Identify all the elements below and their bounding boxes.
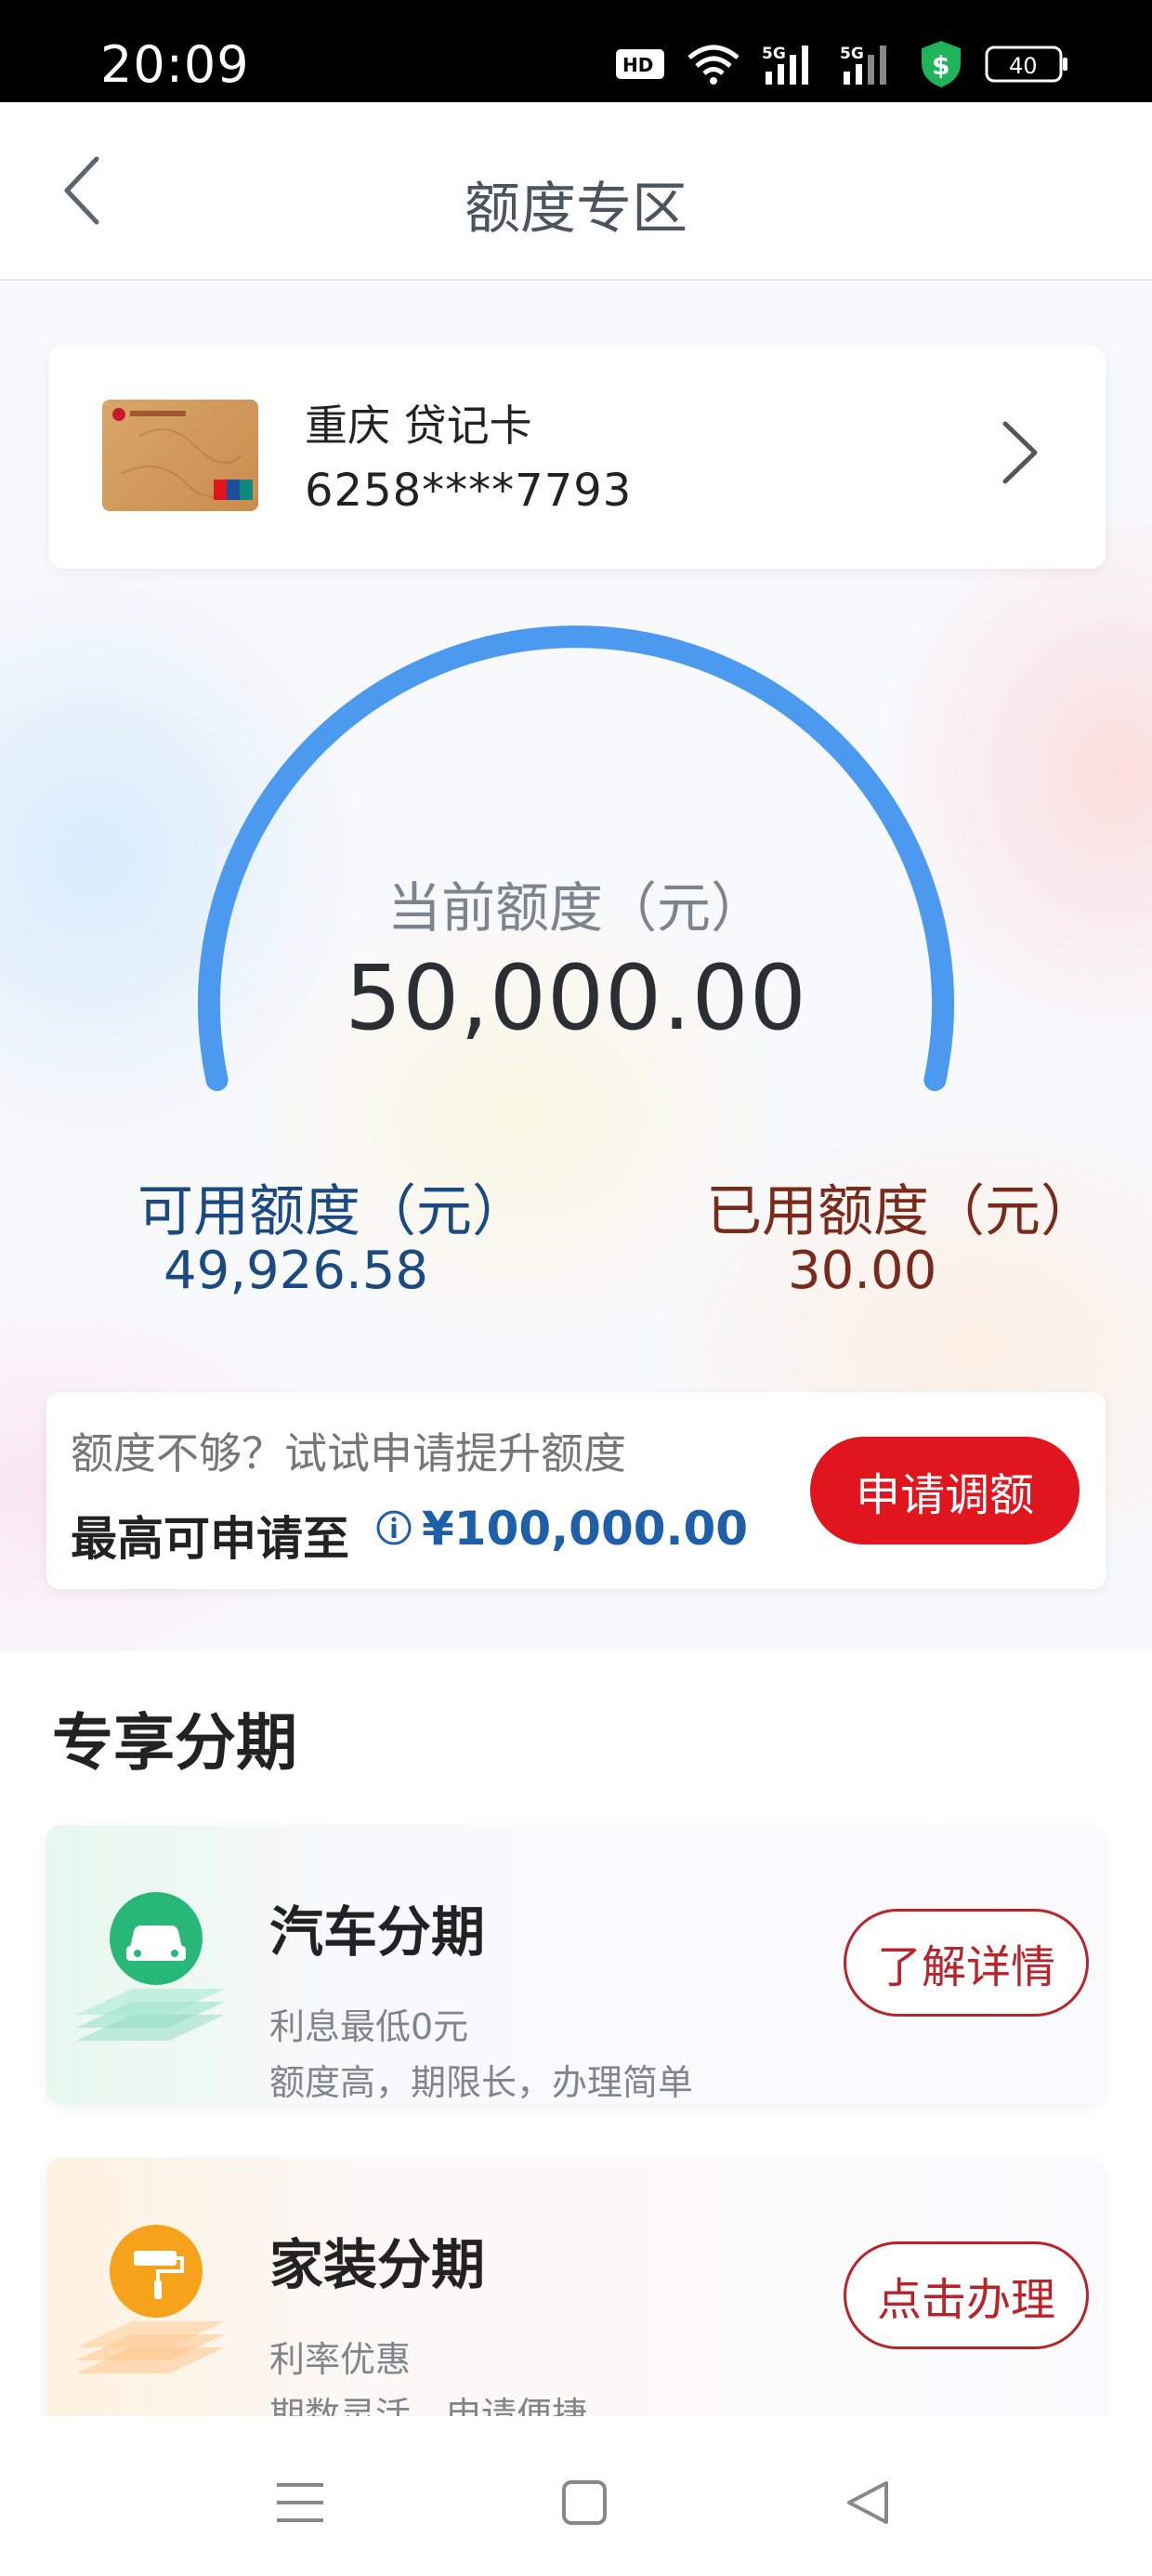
battery-text: 40: [1009, 53, 1038, 79]
learn-more-button[interactable]: 了解详情: [844, 1909, 1089, 2017]
raise-limit-panel: 额度不够？试试申请提升额度 最高可申请至 ¥100,000.00 申请调额: [46, 1392, 1106, 1589]
chevron-right-icon: [1000, 418, 1041, 491]
paint-roller-icon: [67, 2210, 243, 2386]
used-limit-value: 30.00: [788, 1241, 937, 1301]
menu-button[interactable]: [268, 2470, 333, 2535]
available-limit-label: 可用额度（元）: [137, 1179, 528, 1244]
wifi-icon: [687, 45, 740, 85]
battery-icon: 40: [985, 46, 1067, 83]
system-navigation-bar: [0, 2416, 1152, 2576]
loan-card-car[interactable]: 汽车分期 利息最低0元 额度高，期限长，办理简单 了解详情: [46, 1825, 1104, 2104]
svg-text:HD: HD: [622, 54, 653, 76]
back-nav-button[interactable]: [834, 2470, 899, 2535]
svg-text:5G: 5G: [840, 45, 864, 63]
home-button[interactable]: [552, 2470, 617, 2535]
status-bar: 20:09 HD 5G 5G $ 40: [0, 0, 1152, 102]
raise-limit-prompt: 额度不够？试试申请提升额度: [71, 1428, 626, 1479]
card-number: 6258****7793: [305, 465, 633, 517]
signal-5g-icon: 5G: [840, 45, 886, 85]
max-limit-value: ¥100,000.00: [422, 1502, 749, 1556]
navbar: 额度专区: [0, 102, 1152, 281]
card-selector[interactable]: 重庆 贷记卡 6258****7793: [48, 346, 1106, 569]
section-title: 专享分期: [52, 1707, 297, 1779]
page-title: 额度专区: [465, 177, 687, 242]
loan-title: 汽车分期: [269, 1900, 486, 1964]
loan-description: 额度高，期限长，办理简单: [269, 2062, 694, 2103]
max-limit-label: 最高可申请至: [71, 1512, 349, 1566]
used-limit-label: 已用额度（元）: [706, 1179, 1096, 1244]
car-icon: [67, 1877, 243, 2054]
bank-card-image: [102, 400, 258, 511]
current-limit-value: 50,000.00: [345, 946, 807, 1050]
card-name: 重庆 贷记卡: [305, 401, 532, 451]
signal-5g-icon: 5G: [762, 45, 808, 85]
current-limit-label: 当前额度（元）: [386, 876, 765, 940]
info-icon[interactable]: [375, 1509, 412, 1550]
menu-icon: [277, 2483, 323, 2522]
apply-raise-button[interactable]: 申请调额: [810, 1437, 1080, 1544]
loan-feature: 利息最低0元: [269, 2006, 469, 2047]
loan-feature: 利率优惠: [269, 2339, 412, 2380]
shield-dollar-icon: $: [922, 41, 961, 87]
back-triangle-icon: [847, 2481, 888, 2524]
svg-text:5G: 5G: [762, 45, 786, 63]
svg-text:$: $: [932, 50, 949, 81]
status-icons: HD 5G 5G $ 40: [615, 39, 1068, 89]
apply-now-button[interactable]: 点击办理: [844, 2241, 1089, 2349]
available-limit-value: 49,926.58: [164, 1241, 429, 1301]
status-time: 20:09: [100, 35, 250, 94]
home-icon: [562, 2480, 607, 2525]
hd-icon: HD: [616, 49, 664, 79]
loan-title: 家装分期: [269, 2233, 486, 2296]
loan-card-home[interactable]: 家装分期 利率优惠 期数灵活，申请便捷 点击办理: [46, 2158, 1104, 2437]
